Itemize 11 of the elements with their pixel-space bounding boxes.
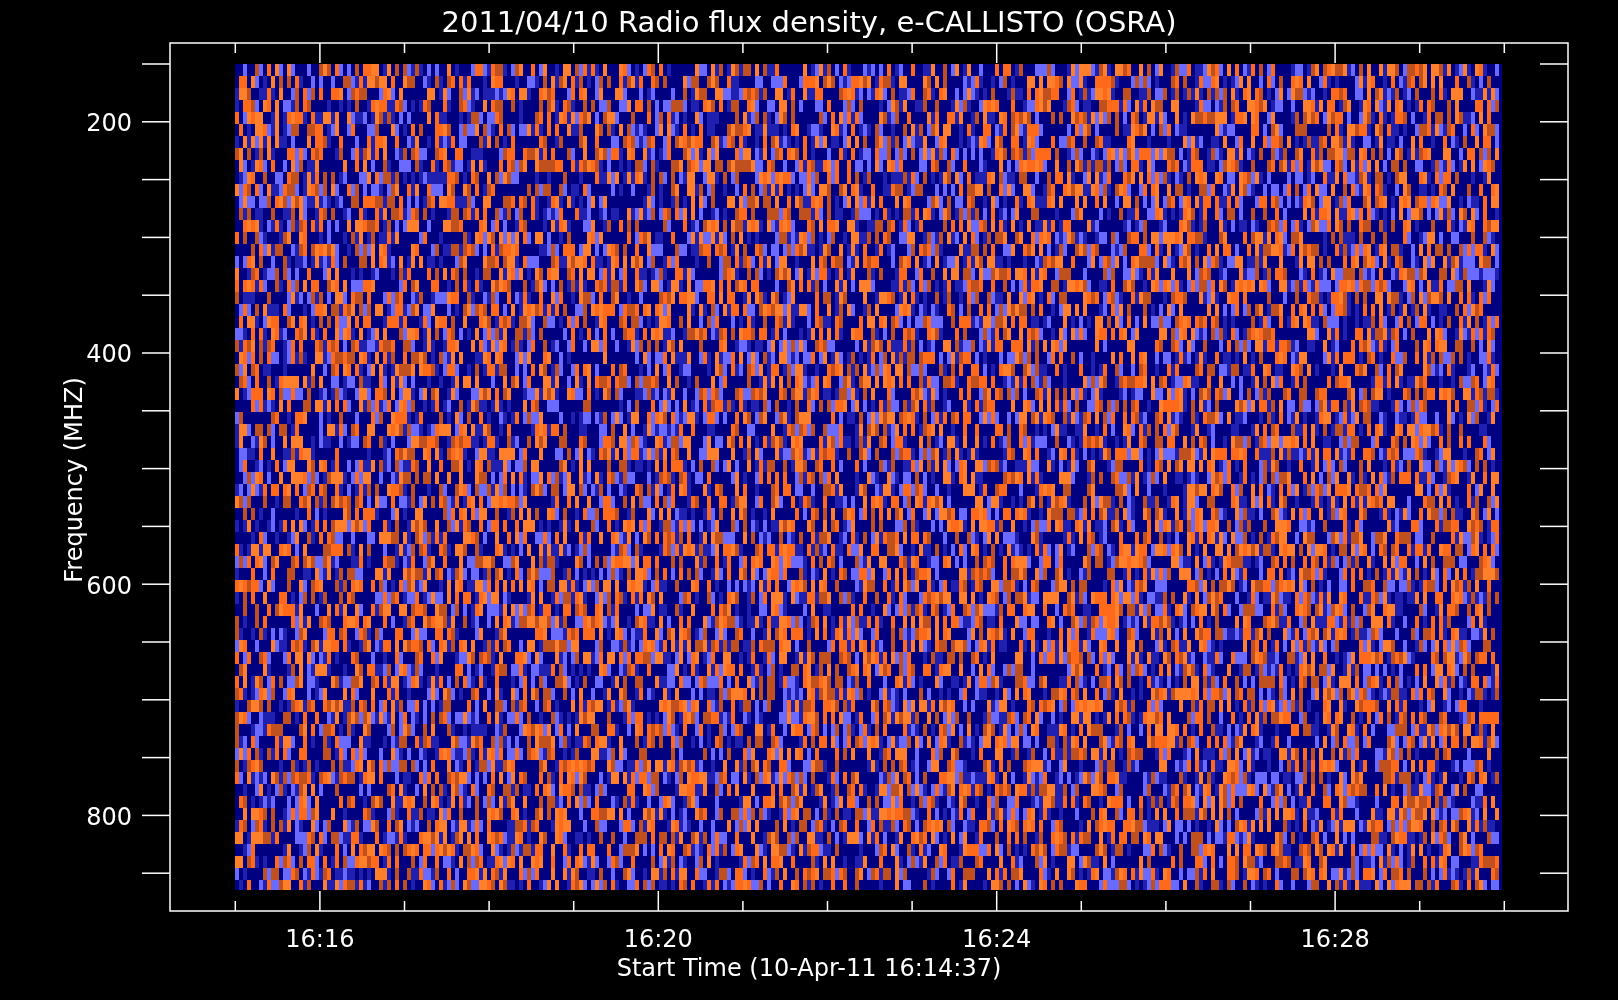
chart-title: 2011/04/10 Radio flux density, e-CALLISTO (OSRA) (441, 5, 1177, 39)
axis-tick-label: 16:28 (1300, 925, 1370, 953)
axis-title: Start Time (10-Apr-11 16:14:37) (616, 954, 1002, 982)
axis-tick-label: 400 (86, 340, 132, 369)
axis-tick-label: 200 (86, 109, 132, 137)
axis-tick-label: 800 (86, 803, 132, 832)
axis-tick-label: 16:16 (285, 925, 355, 953)
axis-tick-label: 16:24 (962, 925, 1032, 953)
axis-tick-label: 16:20 (623, 925, 693, 953)
axis-tick-label: 600 (86, 571, 132, 600)
axis-title: Frequency (MHZ) (60, 377, 88, 583)
